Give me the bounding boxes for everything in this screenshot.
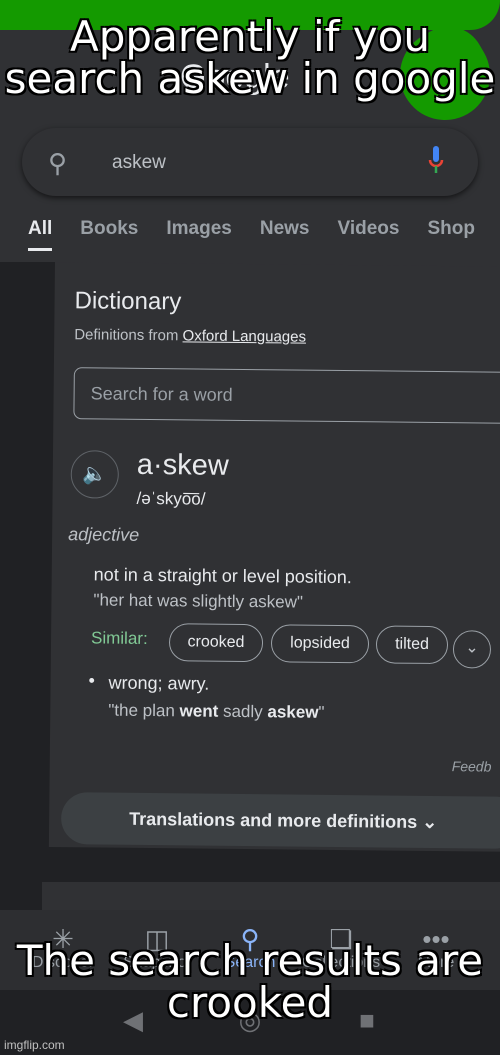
similar-label: Similar:	[90, 628, 148, 648]
word-search-placeholder: Search for a word	[90, 383, 233, 405]
oxford-languages-link[interactable]: Oxford Languages	[183, 327, 307, 345]
phonetic: /əˈskyo͞o/	[136, 488, 206, 509]
similar-chip-crooked[interactable]: crooked	[168, 623, 264, 663]
example-2: "the plan went sadly askew"	[108, 701, 324, 723]
bullet-icon: •	[88, 670, 96, 691]
dictionary-card: Dictionary Definitions from Oxford Langu…	[48, 262, 500, 852]
example-2-bold: askew	[267, 702, 319, 722]
dictionary-title: Dictionary	[74, 287, 182, 316]
search-icon[interactable]: ⚲	[48, 148, 67, 179]
microphone-icon[interactable]	[428, 146, 444, 176]
tab-videos[interactable]: Videos	[337, 218, 399, 251]
similar-chip-lopsided[interactable]: lopsided	[270, 624, 370, 664]
tab-all[interactable]: All	[28, 218, 53, 251]
tab-news[interactable]: News	[260, 218, 310, 251]
meme-top-caption: Apparently if you search askew in google	[4, 12, 496, 103]
page-background	[0, 262, 55, 912]
example-2-bold: went	[179, 701, 219, 721]
tab-shopping[interactable]: Shop	[427, 218, 475, 251]
meme-bottom-caption: The search results are crooked	[16, 936, 484, 1027]
watermark: imgflip.com	[4, 1038, 65, 1052]
example-2-text: sadly	[218, 701, 268, 722]
example-1: "her hat was slightly askew"	[93, 590, 304, 612]
tab-images[interactable]: Images	[166, 218, 231, 251]
search-input[interactable]: askew	[112, 152, 166, 174]
example-2-text: "the plan	[108, 700, 180, 721]
chevron-down-icon[interactable]: ⌄	[452, 630, 492, 669]
definition-1: not in a straight or level position.	[93, 564, 352, 588]
example-2-text: "	[318, 702, 325, 722]
headword: a·skew	[136, 448, 229, 482]
feedback-link[interactable]: Feedb	[452, 758, 492, 774]
speaker-icon[interactable]: 🔈	[70, 450, 120, 499]
definition-2: wrong; awry.	[108, 672, 210, 694]
part-of-speech: adjective	[68, 524, 140, 545]
word-search-input[interactable]: Search for a word	[73, 367, 500, 424]
tab-books[interactable]: Books	[80, 218, 138, 251]
source-prefix: Definitions from	[74, 326, 183, 345]
search-tabs: All Books Images News Videos Shop	[28, 218, 500, 251]
search-bar[interactable]	[22, 128, 478, 196]
similar-chip-tilted[interactable]: tilted	[375, 625, 449, 665]
definitions-source: Definitions from Oxford Languages	[74, 326, 306, 345]
translations-button[interactable]: Translations and more definitions ⌄	[60, 792, 500, 849]
